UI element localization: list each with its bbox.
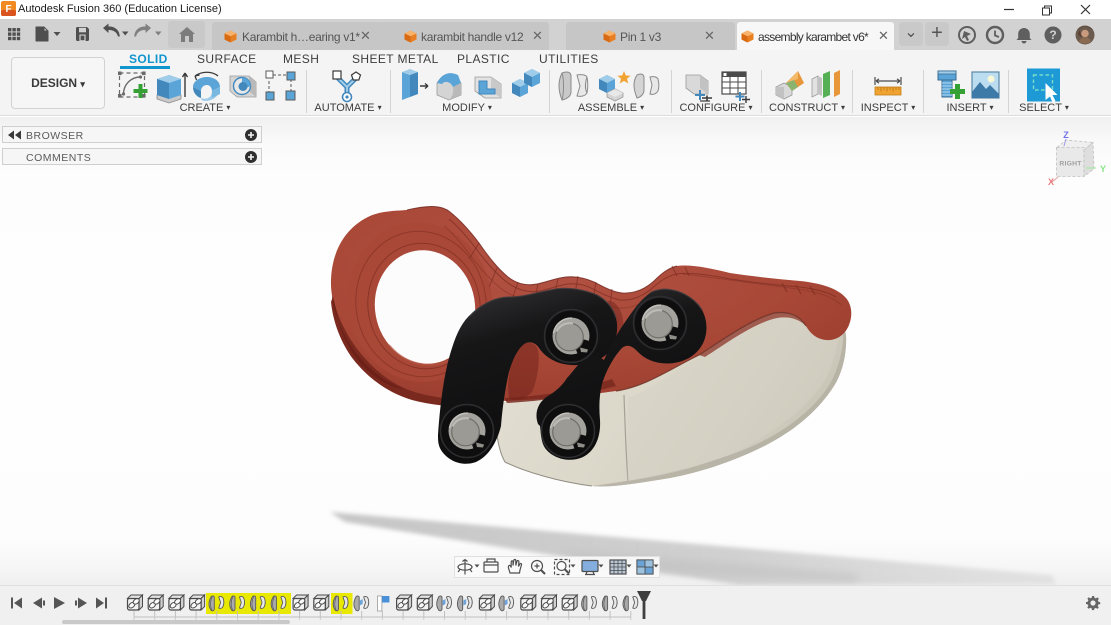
svg-text:RIGHT: RIGHT	[1059, 161, 1082, 168]
svg-text:Z: Z	[1063, 130, 1069, 140]
svg-text:Y: Y	[1100, 164, 1106, 174]
svg-text:F: F	[5, 4, 11, 15]
svg-text:X: X	[1048, 177, 1054, 187]
svg-text:?: ?	[1049, 28, 1056, 42]
